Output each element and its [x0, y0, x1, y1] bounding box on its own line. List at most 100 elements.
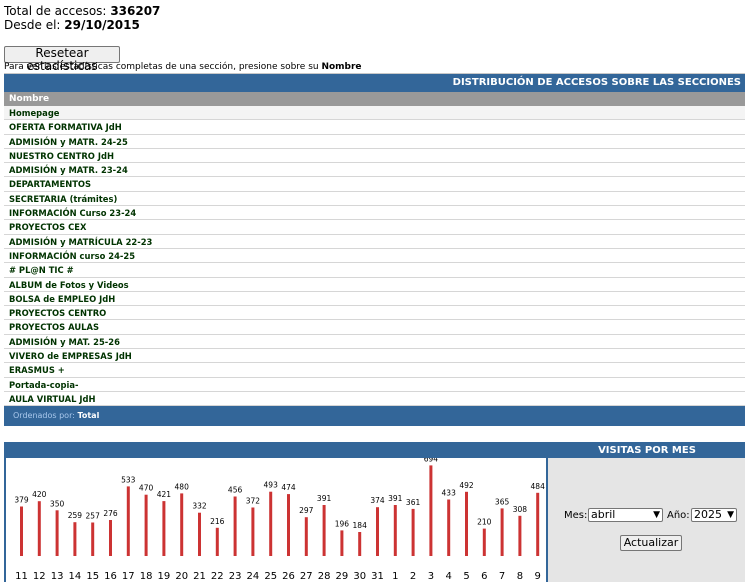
section-link[interactable]: ALBUM de Fotos y Videos: [4, 277, 745, 292]
bar-value-label: 433: [442, 489, 457, 498]
section-link[interactable]: INFORMACIÓN Curso 23-24: [4, 206, 745, 221]
day-tick-label: 22: [211, 571, 224, 582]
bar-value-label: 420: [32, 490, 47, 499]
section-link[interactable]: AULA VIRTUAL JdH: [4, 391, 745, 407]
section-link[interactable]: Homepage: [4, 106, 745, 121]
bar-value-label: 332: [192, 502, 207, 511]
day-tick-label: 13: [51, 571, 64, 582]
day-tick-label: 9: [535, 571, 541, 582]
section-link[interactable]: ADMISIÓN y MATR. 23-24: [4, 163, 745, 178]
visit-bar: [162, 501, 166, 556]
name-column-header[interactable]: Nombre: [4, 92, 745, 106]
order-bar: Ordenados por: Total: [4, 406, 745, 427]
day-tick-label: 23: [229, 571, 242, 582]
day-tick-label: 24: [247, 571, 260, 582]
year-select[interactable]: 2025 ▼: [691, 508, 737, 522]
bar-value-label: 210: [477, 518, 492, 527]
section-link[interactable]: ADMISIÓN y MAT. 25-26: [4, 334, 745, 350]
year-select-value: 2025: [694, 508, 722, 521]
total-accesses-label: Total de accesos:: [4, 4, 107, 18]
visit-bar: [340, 530, 344, 556]
day-tick-label: 20: [175, 571, 188, 582]
visit-bar: [269, 491, 273, 556]
day-tick-label: 14: [69, 571, 82, 582]
update-button[interactable]: Actualizar: [620, 535, 682, 551]
day-tick-label: 28: [318, 571, 331, 582]
bar-value-label: 276: [103, 509, 118, 518]
visit-bar: [447, 499, 451, 556]
instructions-text: Para ver las estadísticas completas de u…: [4, 62, 322, 72]
bar-value-label: 421: [157, 490, 172, 499]
section-link[interactable]: # PL@N TIC #: [4, 263, 745, 278]
bar-value-label: 391: [317, 494, 332, 503]
day-tick-label: 11: [15, 571, 28, 582]
day-tick-label: 4: [446, 571, 452, 582]
visit-bar: [500, 508, 504, 556]
visits-controls: Mes: abril ▼ Año: 2025 ▼ Actualizar: [548, 458, 745, 582]
section-link[interactable]: PROYECTOS CEX: [4, 220, 745, 235]
sections-table: DISTRIBUCIÓN DE ACCESOS SOBRE LAS SECCIO…: [4, 73, 745, 427]
order-label: Ordenados por:: [13, 411, 75, 421]
visit-bar: [358, 532, 362, 556]
day-tick-label: 31: [371, 571, 384, 582]
section-link[interactable]: OFERTA FORMATIVA JdH: [4, 120, 745, 135]
section-link[interactable]: INFORMACIÓN curso 24-25: [4, 248, 745, 264]
visit-bar: [91, 522, 95, 556]
visit-bar: [233, 496, 237, 556]
section-link[interactable]: ADMISIÓN y MATR. 24-25: [4, 134, 745, 149]
bar-value-label: 196: [335, 519, 350, 528]
visit-bar: [429, 465, 433, 556]
visit-bar: [518, 515, 522, 556]
reset-stats-button[interactable]: Resetear estadísticas: [4, 46, 120, 73]
day-tick-label: 26: [282, 571, 295, 582]
section-link[interactable]: ADMISIÓN y MATRÍCULA 22-23: [4, 234, 745, 249]
bar-value-label: 470: [139, 484, 154, 493]
day-tick-label: 27: [300, 571, 313, 582]
visit-bar: [144, 494, 148, 556]
bar-value-label: 480: [175, 482, 190, 491]
instructions-note: Para ver las estadísticas completas de u…: [4, 62, 362, 73]
day-tick-label: 7: [499, 571, 505, 582]
section-link[interactable]: PROYECTOS AULAS: [4, 320, 745, 335]
order-value: Total: [77, 411, 100, 421]
section-link[interactable]: BOLSA de EMPLEO JdH: [4, 291, 745, 307]
day-tick-label: 6: [481, 571, 487, 582]
section-link[interactable]: DEPARTAMENTOS: [4, 177, 745, 192]
chevron-down-icon: ▼: [727, 510, 734, 520]
bar-value-label: 474: [281, 483, 296, 492]
month-select[interactable]: abril ▼: [588, 508, 663, 522]
visit-bar: [376, 507, 379, 556]
visit-bar: [411, 508, 415, 556]
day-tick-label: 19: [158, 571, 171, 582]
section-link[interactable]: VIVERO de EMPRESAS JdH: [4, 349, 745, 364]
section-link[interactable]: PROYECTOS CENTRO: [4, 306, 745, 321]
day-tick-label: 2: [410, 571, 416, 582]
section-link[interactable]: Portada-copia-: [4, 377, 745, 392]
day-tick-label: 5: [463, 571, 469, 582]
day-tick-label: 8: [517, 571, 523, 582]
visit-bar: [180, 493, 184, 556]
year-label: Año:: [667, 510, 690, 521]
day-tick-label: 15: [86, 571, 99, 582]
day-tick-label: 16: [104, 571, 117, 582]
bar-value-label: 694: [424, 458, 439, 463]
bar-value-label: 484: [531, 482, 546, 491]
section-link[interactable]: NUESTRO CENTRO JdH: [4, 148, 745, 164]
sections-title: DISTRIBUCIÓN DE ACCESOS SOBRE LAS SECCIO…: [4, 73, 745, 92]
bar-value-label: 379: [14, 496, 29, 505]
month-label: Mes:: [564, 510, 588, 521]
day-tick-label: 18: [140, 571, 153, 582]
day-tick-label: 25: [264, 571, 277, 582]
section-link[interactable]: SECRETARIA (trámites): [4, 191, 745, 207]
bar-value-label: 374: [370, 496, 385, 505]
visits-header: VISITAS POR MES: [4, 442, 745, 458]
monthly-visits-panel: VISITAS POR MES 379 11 420 12 350 13 259 14 257 1…: [4, 442, 745, 582]
visit-bar: [37, 501, 41, 556]
visit-bar: [393, 505, 397, 556]
visit-bar: [536, 492, 540, 556]
day-tick-label: 17: [122, 571, 135, 582]
visits-title: VISITAS POR MES: [598, 445, 696, 456]
section-link[interactable]: ERASMUS +: [4, 363, 745, 378]
day-tick-label: 1: [392, 571, 398, 582]
visit-bar: [251, 507, 255, 556]
